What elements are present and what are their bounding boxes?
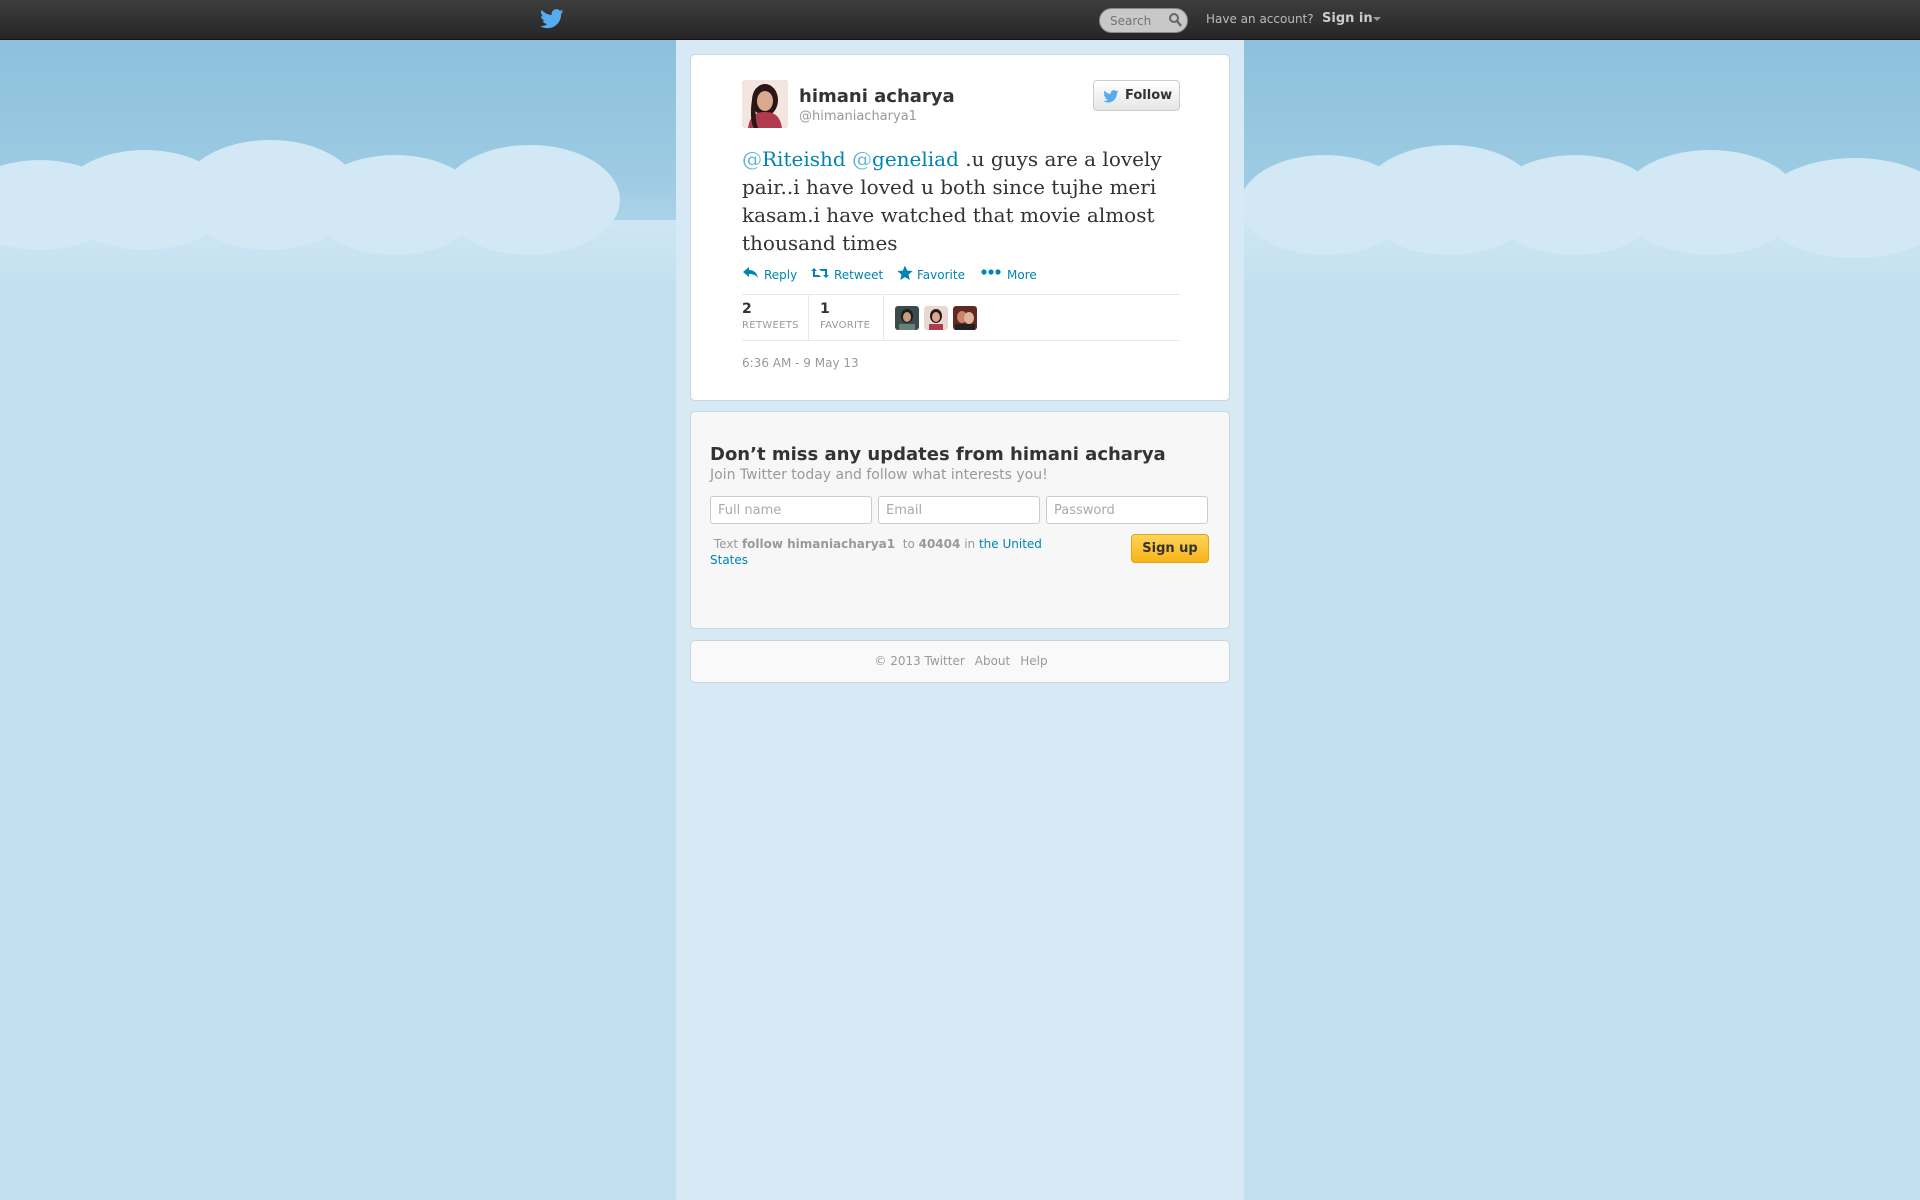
mention-name: geneliad [872, 147, 959, 171]
retweets-label: RETWEETS [742, 320, 799, 331]
avatar-image [742, 80, 788, 128]
search-icon[interactable] [1168, 12, 1182, 28]
tweet-timestamp[interactable]: 6:36 AM - 9 May 13 [742, 356, 859, 370]
favoriter-avatar[interactable] [924, 306, 948, 330]
fullname-field[interactable] [710, 496, 872, 524]
search-input[interactable] [1110, 12, 1168, 30]
sms-command: follow himaniacharya1 [741, 537, 896, 551]
author-name[interactable]: himani acharya [799, 86, 955, 107]
sms-in-label: in [964, 537, 976, 551]
cloud [440, 145, 620, 255]
star-icon [897, 265, 913, 280]
tweet-card: himani acharya @himaniacharya1 Follow @R… [690, 54, 1230, 401]
have-account-text: Have an account? [1206, 12, 1314, 26]
sms-text-label: Text [713, 537, 739, 551]
footer-links: © 2013 Twitter About Help [691, 654, 1231, 668]
favoriter-avatar[interactable] [895, 306, 919, 330]
follow-button[interactable]: Follow [1093, 80, 1180, 111]
favorites-count: 1 [820, 301, 830, 317]
signup-subtitle: Join Twitter today and follow what inter… [710, 467, 1048, 483]
chevron-down-icon[interactable] [1373, 17, 1381, 21]
reply-icon [743, 267, 758, 278]
more-label: More [1007, 268, 1037, 282]
sms-number: 40404 [918, 537, 961, 551]
top-bar: Have an account? Sign in [0, 0, 1920, 40]
copyright-text: © 2013 Twitter [874, 654, 965, 668]
mention-link[interactable]: @Riteishd [742, 147, 846, 171]
mention-at: @ [852, 147, 873, 171]
signup-card: Don’t miss any updates from himani achar… [690, 411, 1230, 629]
reply-label: Reply [764, 268, 798, 282]
signup-title: Don’t miss any updates from himani achar… [710, 444, 1166, 465]
retweets-count: 2 [742, 301, 752, 317]
author-handle[interactable]: @himaniacharya1 [799, 109, 917, 124]
tweet-text: @Riteishd @geneliad .u guys are a lovely… [742, 145, 1162, 257]
sms-to-label: to [902, 537, 915, 551]
favoriter-avatar[interactable] [953, 306, 977, 330]
sign-in-link[interactable]: Sign in [1322, 11, 1373, 26]
twitter-bird-icon [1103, 90, 1119, 103]
stat-divider [808, 295, 809, 340]
password-field[interactable] [1046, 496, 1208, 524]
search-box[interactable] [1099, 8, 1188, 33]
email-field[interactable] [878, 496, 1040, 524]
mention-name: Riteishd [762, 147, 846, 171]
retweet-icon [811, 268, 829, 278]
mention-link[interactable]: @geneliad [852, 147, 959, 171]
sign-up-button[interactable]: Sign up [1131, 534, 1209, 563]
about-link[interactable]: About [975, 654, 1010, 668]
sms-follow-text: Text follow himaniacharya1 to 40404 in t… [710, 536, 1070, 568]
favorite-label: Favorite [917, 268, 965, 282]
help-link[interactable]: Help [1020, 654, 1047, 668]
footer-card: © 2013 Twitter About Help [690, 640, 1230, 683]
retweet-label: Retweet [834, 268, 884, 282]
avatar[interactable] [742, 80, 788, 128]
follow-label: Follow [1125, 88, 1173, 103]
twitter-bird-icon[interactable] [540, 8, 564, 30]
stat-divider [883, 295, 884, 340]
tweet-stats: 2 RETWEETS 1 FAVORITE [742, 294, 1180, 341]
mention-at: @ [742, 147, 762, 171]
favorites-label: FAVORITE [820, 320, 871, 331]
more-dots-icon [981, 269, 1001, 275]
